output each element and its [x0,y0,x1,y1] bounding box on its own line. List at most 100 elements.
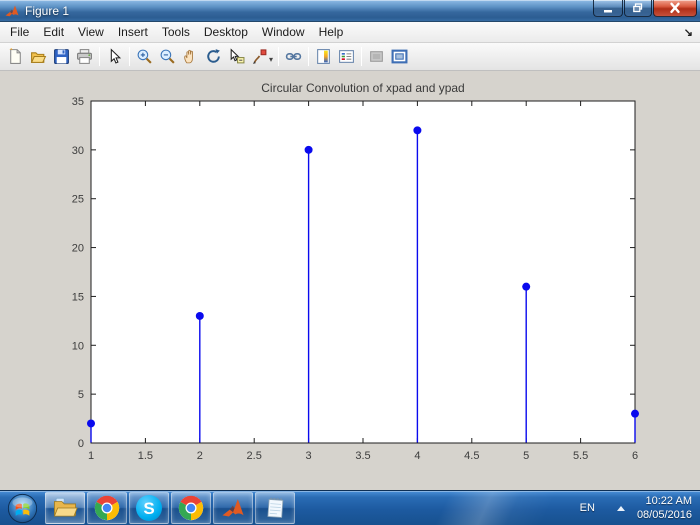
insert-legend-icon [339,50,354,63]
open-file-button[interactable] [27,45,50,68]
svg-text:2.5: 2.5 [247,450,262,462]
windows-start-icon [7,493,37,523]
svg-text:30: 30 [72,145,84,157]
restore-icon [633,3,643,13]
screen: Figure 1 File Edit View Insert Tools Des… [0,0,700,525]
matlab-window-icon [5,5,19,17]
taskbar-button-notepad[interactable] [255,492,295,524]
pan-hand-icon [184,49,193,64]
data-cursor-icon [230,48,245,64]
windows-explorer-icon [53,497,78,517]
toolbar-separator [129,47,130,66]
edit-plot-button[interactable] [103,45,126,68]
titlebar: Figure 1 [0,0,700,22]
new-figure-button[interactable] [4,45,27,68]
svg-text:5: 5 [523,450,529,462]
menu-view[interactable]: View [71,23,111,41]
insert-colorbar-icon [317,49,330,64]
svg-text:3.5: 3.5 [355,450,370,462]
menu-window[interactable]: Window [255,23,312,41]
menu-file[interactable]: File [3,23,36,41]
figure-toolbar: ▾ [0,43,700,71]
insert-colorbar-button[interactable] [312,45,335,68]
hide-plot-tools-button[interactable] [365,45,388,68]
rotate-3d-icon [207,49,220,63]
svg-text:4.5: 4.5 [464,450,479,462]
svg-text:10: 10 [72,340,84,352]
data-cursor-button[interactable] [225,45,248,68]
svg-text:0: 0 [78,438,84,450]
zoom-in-button[interactable] [133,45,156,68]
svg-text:15: 15 [72,291,84,303]
dock-figure-arrow-icon[interactable]: ↘ [684,26,700,39]
svg-text:4: 4 [414,450,420,462]
taskbar-button-chrome[interactable] [87,492,127,524]
taskbar: S EN 10:22 AM 08/05/2016 [0,490,700,525]
taskbar-button-matlab[interactable] [213,492,253,524]
window-controls [592,0,697,17]
skype-letter: S [143,498,155,518]
menu-insert[interactable]: Insert [111,23,155,41]
print-figure-icon [77,49,92,64]
window-title: Figure 1 [25,4,70,18]
clock-time: 10:22 AM [645,495,692,507]
hidden-icons-arrow[interactable] [616,505,625,511]
open-file-icon [30,52,47,63]
taskbar-button-explorer[interactable] [45,492,85,524]
menu-tools[interactable]: Tools [155,23,197,41]
language-indicator[interactable]: EN [570,502,605,514]
rotate-3d-button[interactable] [202,45,225,68]
clock-date: 08/05/2016 [636,509,692,521]
matlab-icon [222,499,244,517]
new-figure-icon [9,48,21,64]
save-figure-icon [54,49,69,64]
figure-canvas: 1 1.5 2 2.5 3 3.5 4 4.5 5 5.5 6 0 5 10 15 20 25 30 35 Circu… [0,71,700,490]
system-tray: EN 10:22 AM 08/05/2016 [570,491,700,525]
zoom-out-icon [160,49,175,64]
restore-button[interactable] [624,0,652,17]
chrome-icon [94,495,120,521]
taskbar-clock[interactable]: 10:22 AM 08/05/2016 [637,494,700,522]
show-plot-tools-dock-button[interactable] [388,45,411,68]
menu-edit[interactable]: Edit [36,23,71,41]
zoom-in-icon [137,49,152,64]
chrome-icon [178,495,204,521]
skype-icon: S [136,495,162,521]
svg-text:35: 35 [72,96,84,108]
link-plot-button[interactable] [282,45,305,68]
menu-desktop[interactable]: Desktop [197,23,255,41]
brush-data-icon [253,49,267,64]
brush-dropdown-caret-icon[interactable]: ▾ [269,55,273,64]
menu-help[interactable]: Help [312,23,351,41]
svg-text:2: 2 [197,450,203,462]
svg-text:25: 25 [72,194,84,206]
save-figure-button[interactable] [50,45,73,68]
svg-text:5.5: 5.5 [573,450,588,462]
toolbar-separator [308,47,310,66]
svg-text:20: 20 [72,243,84,255]
svg-text:1: 1 [88,450,94,462]
close-button[interactable] [653,0,697,17]
print-figure-button[interactable] [73,45,96,68]
show-plot-tools-dock-icon [391,49,408,64]
hide-plot-tools-icon [370,51,383,62]
stem-chart: 1 1.5 2 2.5 3 3.5 4 4.5 5 5.5 6 0 5 10 15 20 25 30 35 Circu… [72,81,639,462]
toolbar-separator [99,47,100,66]
taskbar-button-chrome-2[interactable] [171,492,211,524]
link-plot-icon [285,53,302,60]
taskbar-button-skype[interactable]: S [129,492,169,524]
start-button[interactable] [0,491,44,525]
svg-text:6: 6 [632,450,638,462]
zoom-out-button[interactable] [156,45,179,68]
minimize-button[interactable] [593,0,623,17]
svg-text:Circular Convolution of xpad a: Circular Convolution of xpad and ypad [261,81,464,95]
insert-legend-button[interactable] [335,45,358,68]
menubar: File Edit View Insert Tools Desktop Wind… [0,22,700,43]
svg-text:3: 3 [306,450,312,462]
pan-button[interactable] [179,45,202,68]
toolbar-separator [361,47,363,66]
svg-text:5: 5 [78,389,84,401]
notepad-icon [267,497,284,518]
brush-data-button[interactable] [248,45,271,68]
edit-plot-cursor-icon [110,48,122,64]
